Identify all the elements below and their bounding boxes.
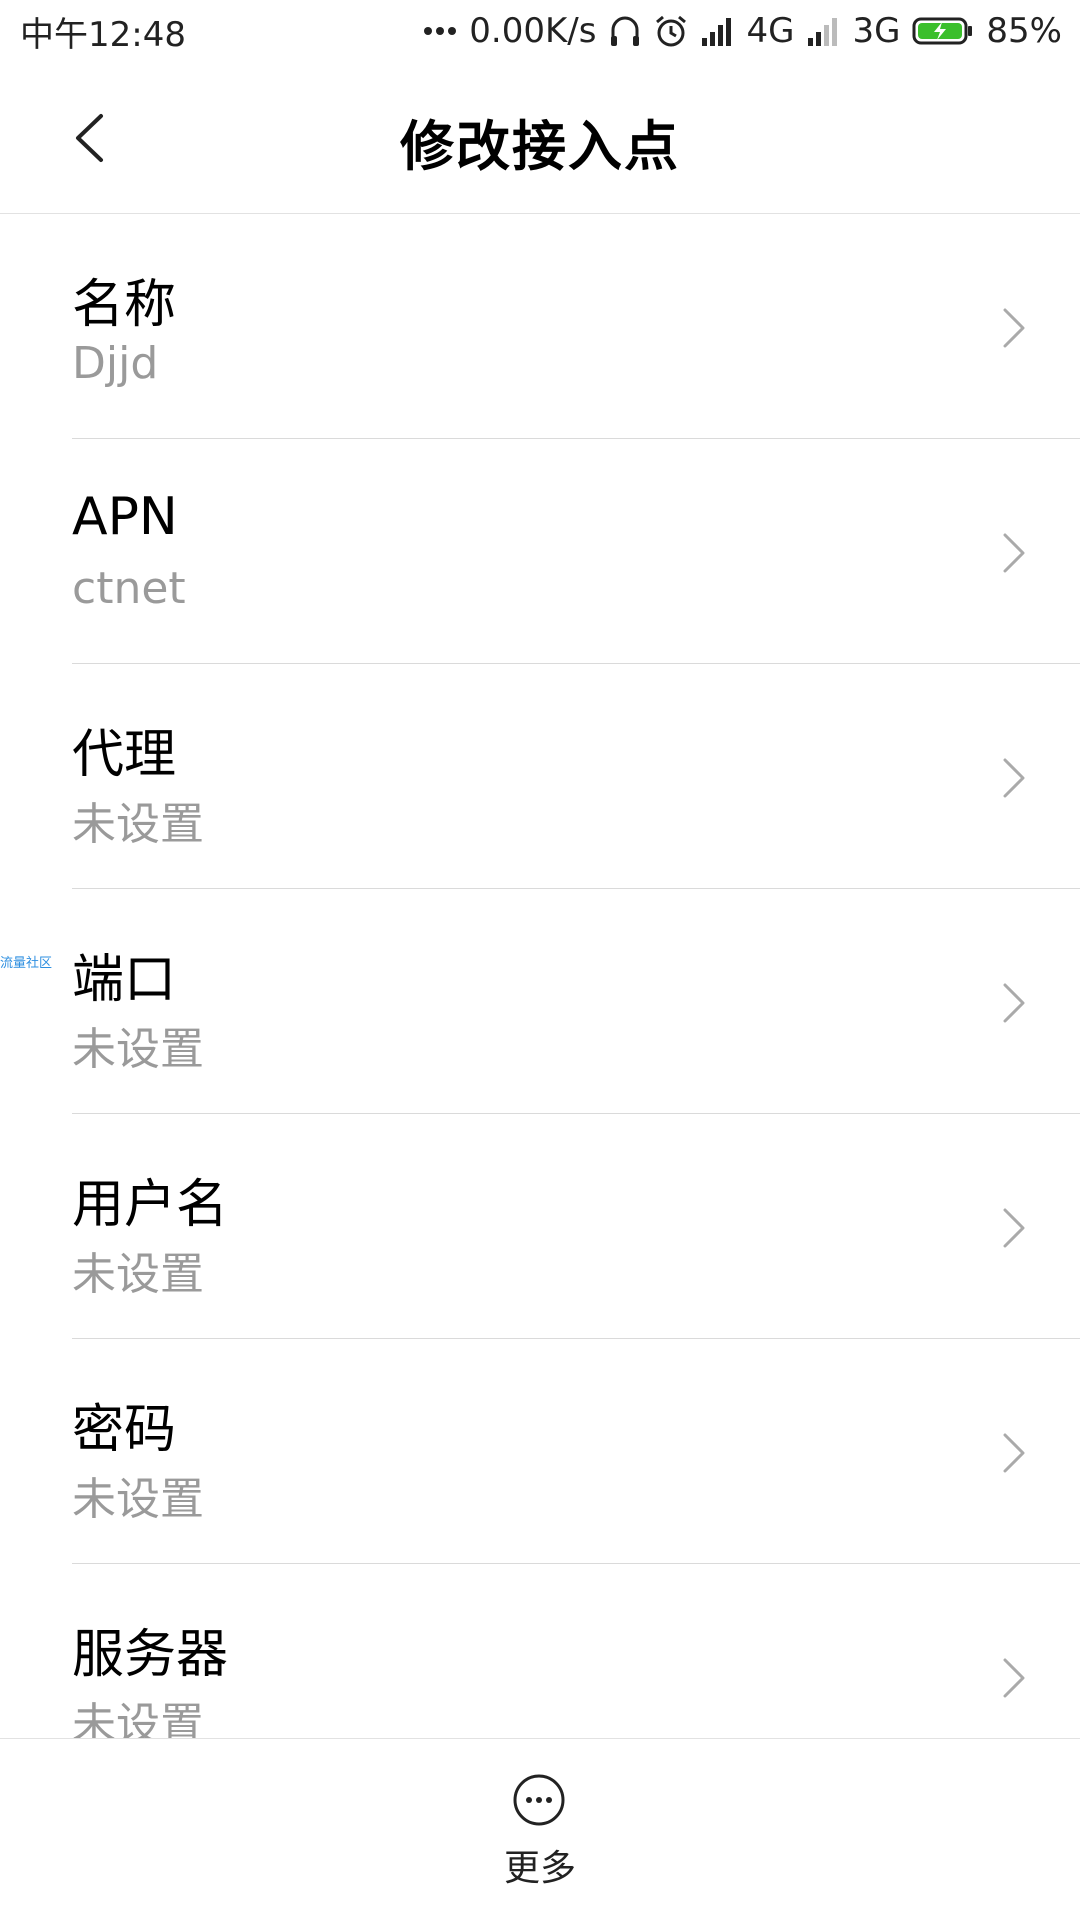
signal-strength-secondary-icon [808,18,838,46]
item-title: APN [72,487,178,547]
signal-strength-icon [702,18,732,46]
screen: 中午12:48 0.00K/s 4G 3G 85% 修改接入点 名称 Djjd … [0,0,1080,1920]
item-value: 未设置 [72,799,204,850]
more-options-icon [513,1774,565,1826]
list-item-server[interactable]: 服务器 未设置 [0,1564,1080,1738]
more-label: 更多 [503,1848,576,1889]
status-time: 中午12:48 [20,14,186,55]
list-item-port[interactable]: 端口 未设置 [0,889,1080,1114]
list-item-apn[interactable]: APN ctnet [0,439,1080,664]
status-left: 中午12:48 [20,7,186,56]
status-bar: 中午12:48 0.00K/s 4G 3G 85% [0,0,1080,62]
item-title: 端口 [72,950,177,1010]
settings-list: 名称 Djjd APN ctnet 代理 未设置 端口 未设置 用户名 未设置 … [0,214,1080,1738]
list-item-proxy[interactable]: 代理 未设置 [0,664,1080,889]
header: 修改接入点 [0,62,1080,214]
chevron-right-icon [1003,1208,1025,1248]
item-value: 未设置 [72,1249,204,1300]
side-watermark: 流量社区 [0,956,53,971]
list-item-password[interactable]: 密码 未设置 [0,1339,1080,1564]
battery-charging-icon [912,17,973,45]
chevron-right-icon [1003,758,1025,798]
alarm-clock-icon [656,15,687,47]
headphones-icon [611,16,640,46]
item-value: 未设置 [72,1699,204,1738]
item-value: ctnet [72,563,186,614]
chevron-right-icon [1003,983,1025,1023]
item-title: 用户名 [72,1175,229,1235]
item-title: 名称 [72,275,177,335]
more-dots-icon [424,27,457,35]
chevron-right-icon [1003,1658,1025,1698]
net-speed: 0.00K/s [469,11,597,51]
list-item-name[interactable]: 名称 Djjd [0,214,1080,439]
chevron-right-icon [1003,1433,1025,1473]
battery-percent: 85% [986,11,1062,51]
item-value: Djjd [72,338,159,389]
chevron-right-icon [1003,308,1025,348]
page-title: 修改接入点 [400,115,680,178]
chevron-right-icon [1003,533,1025,573]
network-type-secondary: 3G [852,11,901,51]
network-type-primary: 4G [746,11,795,51]
item-title: 代理 [72,725,177,785]
item-value: 未设置 [72,1474,204,1525]
list-item-username[interactable]: 用户名 未设置 [0,1114,1080,1339]
item-title: 密码 [72,1400,177,1460]
more-button[interactable]: 更多 [460,1773,620,1893]
bottom-bar: 更多 [0,1738,1080,1920]
item-title: 服务器 [72,1625,229,1685]
status-right: 0.00K/s 4G 3G 85% [423,11,1062,51]
item-value: 未设置 [72,1024,204,1075]
